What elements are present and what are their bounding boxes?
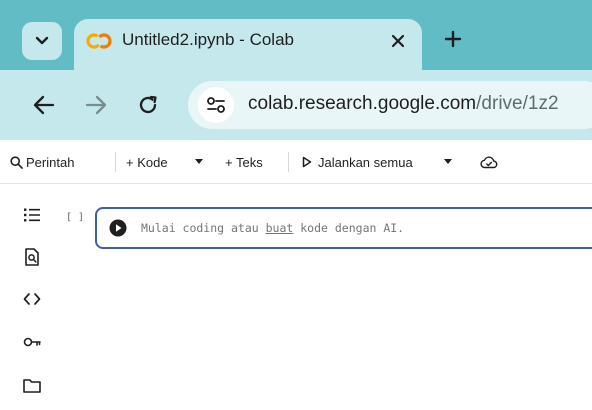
key-icon <box>23 337 41 347</box>
run-cell-button[interactable] <box>109 219 127 237</box>
address-bar[interactable]: colab.research.google.com/drive/1z2 <box>188 81 592 129</box>
drive-status-button[interactable] <box>480 153 498 171</box>
table-of-contents-icon <box>24 208 40 222</box>
add-code-button[interactable]: + Kode <box>126 153 168 171</box>
code-snippets-button[interactable] <box>20 287 44 311</box>
command-palette-label: Perintah <box>26 154 75 170</box>
chevron-down-icon <box>35 36 49 45</box>
colab-logo <box>86 33 112 49</box>
add-code-label: + Kode <box>126 154 168 170</box>
code-icon <box>23 293 41 305</box>
toolbar-divider <box>288 152 289 172</box>
tab-title: Untitled2.ipynb - Colab <box>122 30 294 49</box>
side-rail <box>0 185 52 410</box>
colab-toolbar: Perintah + Kode + Teks Jalankan semua <box>0 140 592 184</box>
caret-down-icon <box>444 159 452 164</box>
tune-icon <box>207 97 225 113</box>
command-palette-button[interactable]: Perintah <box>10 153 74 171</box>
url-text: colab.research.google.com/drive/1z2 <box>248 93 559 115</box>
cell-execution-count: [ ] <box>66 212 85 223</box>
cell-placeholder[interactable]: Mulai coding atau buat kode dengan AI. <box>141 221 404 235</box>
table-of-contents-button[interactable] <box>20 203 44 227</box>
close-icon <box>391 34 405 48</box>
play-outline-icon <box>302 156 312 168</box>
add-code-dropdown[interactable] <box>195 153 203 171</box>
run-all-button[interactable]: Jalankan semua <box>302 153 413 171</box>
forward-button[interactable] <box>82 91 110 119</box>
arrow-left-icon <box>33 95 55 115</box>
find-icon <box>25 248 39 266</box>
files-button[interactable] <box>20 373 44 397</box>
url-path: /drive/1z2 <box>476 93 559 114</box>
caret-down-icon <box>195 159 203 164</box>
code-cell[interactable]: Mulai coding atau buat kode dengan AI. <box>95 207 592 249</box>
add-text-button[interactable]: + Teks <box>225 153 263 171</box>
search-icon <box>10 155 23 169</box>
tab-search-button[interactable] <box>22 22 62 60</box>
browser-toolbar: colab.research.google.com/drive/1z2 <box>0 70 592 140</box>
run-all-label: Jalankan semua <box>318 154 413 170</box>
new-tab-button[interactable] <box>440 26 466 52</box>
find-replace-button[interactable] <box>20 245 44 269</box>
secrets-button[interactable] <box>20 330 44 354</box>
tab-strip: Untitled2.ipynb - Colab <box>0 0 592 70</box>
placeholder-text-end: kode dengan AI. <box>293 221 405 235</box>
back-button[interactable] <box>30 91 58 119</box>
folder-icon <box>23 378 41 393</box>
run-all-dropdown[interactable] <box>444 153 452 171</box>
reload-button[interactable] <box>134 91 162 119</box>
browser-tab[interactable]: Untitled2.ipynb - Colab <box>74 19 422 70</box>
arrow-right-icon <box>85 95 107 115</box>
site-info-button[interactable] <box>198 87 234 123</box>
plus-icon <box>444 30 462 48</box>
toolbar-divider <box>115 152 116 172</box>
add-text-label: + Teks <box>225 154 263 170</box>
generate-code-link[interactable]: buat <box>266 221 294 235</box>
close-tab-button[interactable] <box>388 31 408 51</box>
cloud-check-icon <box>480 156 498 169</box>
reload-icon <box>139 95 157 114</box>
placeholder-text-start: Mulai coding atau <box>141 221 266 235</box>
url-domain: colab.research.google.com <box>248 93 477 114</box>
